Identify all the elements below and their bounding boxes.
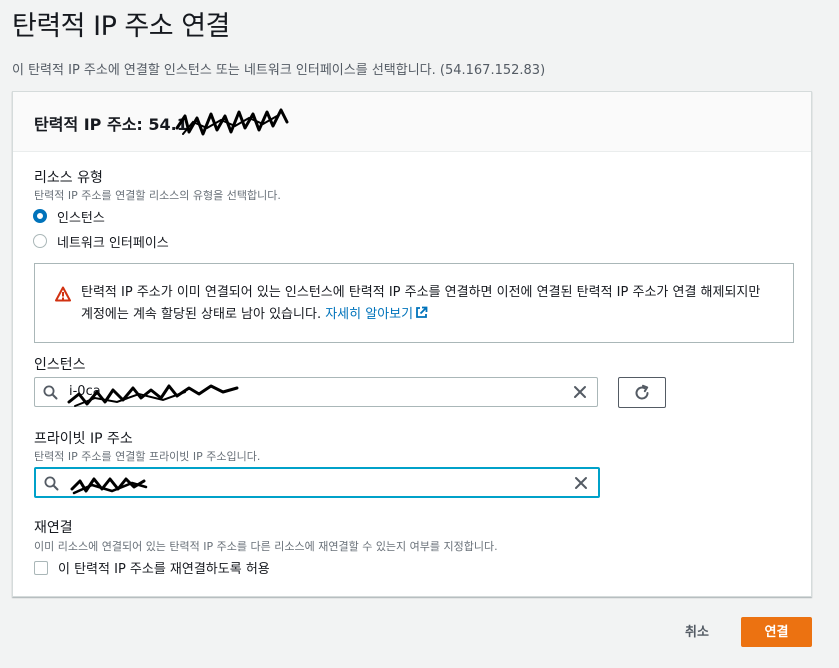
reassociation-description: 이미 리소스에 연결되어 있는 탄력적 IP 주소를 다른 리소스에 재연결할 … xyxy=(34,540,498,553)
warning-alert: 탄력적 IP 주소가 이미 연결되어 있는 인스턴스에 탄력적 IP 주소를 연… xyxy=(34,263,794,343)
redaction-scribble xyxy=(67,384,239,407)
redaction-scribble xyxy=(70,477,148,495)
alert-message: 탄력적 IP 주소가 이미 연결되어 있는 인스턴스에 탄력적 IP 주소를 연… xyxy=(81,282,771,326)
search-icon xyxy=(44,476,59,491)
instance-label: 인스턴스 xyxy=(34,357,86,373)
learn-more-link[interactable]: 자세히 알아보기 xyxy=(325,306,428,322)
page-title: 탄력적 IP 주소 연결 xyxy=(12,11,230,42)
reassociation-checkbox[interactable] xyxy=(34,560,48,575)
resource-type-label: 리소스 유형 xyxy=(34,170,103,186)
private-ip-search-input[interactable] xyxy=(34,467,600,498)
resource-type-description: 탄력적 IP 주소를 연결할 리소스의 유형을 선택합니다. xyxy=(34,189,281,202)
clear-icon[interactable] xyxy=(574,476,588,490)
radio-instance-label: 인스턴스 xyxy=(57,210,105,226)
panel-header: 탄력적 IP 주소: 54.1 xyxy=(13,92,811,152)
private-ip-label: 프라이빗 IP 주소 xyxy=(34,431,133,447)
external-link-icon xyxy=(416,306,428,318)
warning-icon xyxy=(55,286,71,302)
clear-icon[interactable] xyxy=(573,385,587,399)
reassociation-checkbox-label: 이 탄력적 IP 주소를 재연결하도록 허용 xyxy=(58,562,270,577)
reassociation-label: 재연결 xyxy=(34,520,73,536)
radio-network-interface[interactable]: 네트워크 인터페이스 xyxy=(33,231,169,251)
redaction-scribble xyxy=(175,108,289,136)
instance-search-input[interactable]: i-0ca xyxy=(34,377,598,407)
search-icon xyxy=(43,385,58,400)
page: 탄력적 IP 주소 연결 이 탄력적 IP 주소에 연결할 인스턴스 또는 네트… xyxy=(0,0,839,668)
cancel-button[interactable]: 취소 xyxy=(672,617,722,647)
panel-title: 탄력적 IP 주소: 54.1 xyxy=(34,115,188,134)
radio-instance-button[interactable] xyxy=(33,209,47,223)
learn-more-label: 자세히 알아보기 xyxy=(325,307,414,322)
reassociation-checkbox-row[interactable]: 이 탄력적 IP 주소를 재연결하도록 허용 xyxy=(34,558,270,577)
radio-network-interface-button[interactable] xyxy=(33,234,47,248)
association-panel: 탄력적 IP 주소: 54.1 리소스 유형 탄력적 IP 주소를 연결할 리소… xyxy=(12,91,812,597)
private-ip-description: 탄력적 IP 주소를 연결할 프라이빗 IP 주소입니다. xyxy=(34,450,261,463)
refresh-icon xyxy=(635,384,649,400)
page-description: 이 탄력적 IP 주소에 연결할 인스턴스 또는 네트워크 인터페이스를 선택합… xyxy=(12,63,546,78)
radio-instance[interactable]: 인스턴스 xyxy=(33,206,105,226)
refresh-button[interactable] xyxy=(618,377,666,408)
connect-button[interactable]: 연결 xyxy=(741,617,812,647)
radio-network-interface-label: 네트워크 인터페이스 xyxy=(57,235,169,251)
